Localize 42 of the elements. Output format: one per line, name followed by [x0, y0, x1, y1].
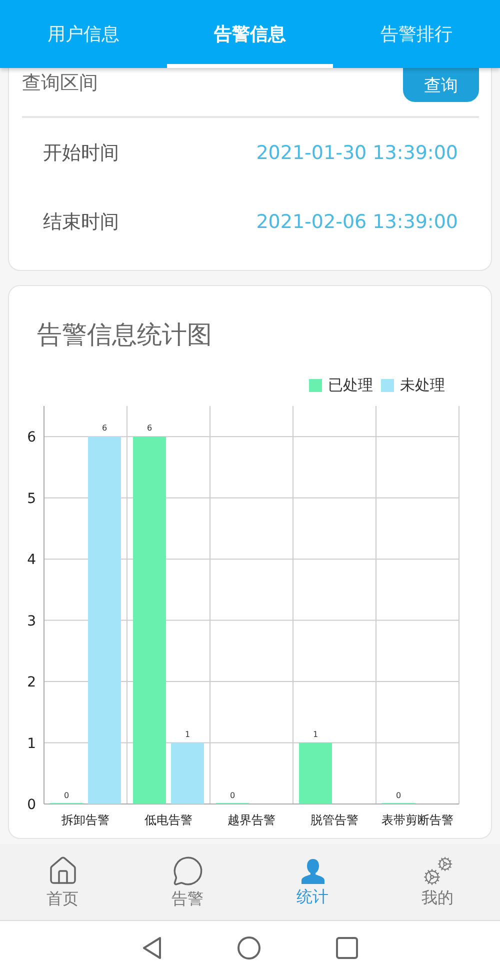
data-label: 1	[312, 730, 318, 739]
data-label: 6	[102, 424, 108, 433]
chart-title: 告警信息统计图	[36, 319, 213, 351]
recent-apps-icon[interactable]	[336, 937, 358, 959]
back-icon[interactable]	[142, 936, 162, 960]
category-label: 拆卸告警	[62, 813, 110, 827]
legend-label: 已处理	[328, 376, 373, 394]
date-time-value[interactable]: 2021-02-06 13:39:00	[256, 210, 458, 232]
nav-tab[interactable]: 我的	[375, 844, 500, 920]
bar	[171, 742, 204, 804]
data-label: 1	[184, 730, 190, 739]
person-icon	[298, 856, 326, 884]
settings-icon	[422, 856, 452, 886]
section-title: 查询区间	[22, 71, 98, 96]
axis-tick-label: 6	[27, 430, 36, 446]
category-label: 低电告警	[144, 813, 192, 827]
category-label: 脱管告警	[310, 813, 358, 827]
data-label: 0	[230, 791, 236, 800]
legend-label: 未处理	[400, 376, 445, 394]
date-time-value[interactable]: 2021-01-30 13:39:00	[256, 142, 458, 164]
tab[interactable]: 用户信息	[0, 0, 167, 68]
nav-tab[interactable]: 首页	[0, 844, 125, 920]
axis-tick-label: 4	[27, 552, 36, 568]
data-label: 0	[64, 791, 70, 800]
data-label: 0	[396, 791, 402, 800]
nav-tab[interactable]: 告警	[125, 844, 250, 920]
axis-tick-label: 2	[27, 674, 36, 691]
field-label: 结束时间	[43, 210, 119, 234]
category-label: 表带剪断告警	[382, 813, 454, 827]
bar	[299, 742, 332, 804]
axis-tick-label: 1	[27, 736, 36, 752]
axis-tick-label: 0	[27, 797, 36, 813]
tab[interactable]: 告警排行	[333, 0, 500, 68]
axis-tick-label: 3	[27, 613, 36, 630]
nav-tab[interactable]: 统计	[250, 844, 375, 920]
axis-tick-label: 5	[27, 490, 36, 507]
category-label: 越界告警	[228, 813, 276, 827]
data-label: 6	[146, 424, 152, 433]
field-label: 开始时间	[43, 140, 119, 166]
query-button[interactable]: 查询	[403, 68, 479, 102]
chat-bubble-icon	[172, 854, 204, 886]
home-circle-icon[interactable]	[237, 936, 261, 960]
